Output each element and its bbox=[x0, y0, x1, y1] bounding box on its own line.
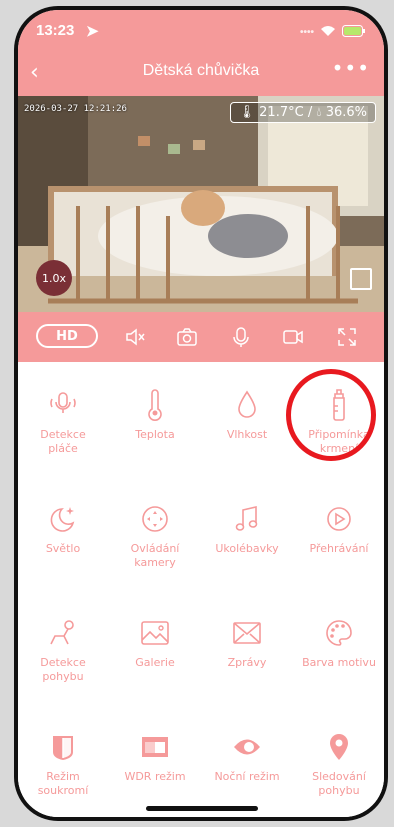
location-arrow-icon: ➤ bbox=[86, 23, 99, 40]
feature-eye[interactable]: Noční režim bbox=[202, 730, 292, 784]
snapshot-icon[interactable] bbox=[176, 326, 198, 348]
video-timestamp: 2026-03-27 12:21:26 bbox=[24, 104, 127, 114]
location-pin-icon bbox=[294, 730, 384, 764]
nav-bar: ‹ Dětská chůvička ••• bbox=[18, 54, 384, 90]
feature-gallery[interactable]: Galerie bbox=[110, 616, 200, 670]
mute-icon[interactable] bbox=[124, 326, 146, 348]
feature-label: Detekce pohybu bbox=[40, 656, 86, 683]
top-bar: 13:23 ➤ •••• ‹ Dětská chůvička ••• bbox=[18, 10, 384, 96]
baby-crawl-icon bbox=[18, 616, 108, 650]
feature-label: Režim soukromí bbox=[37, 770, 89, 797]
feature-label: WDR režim bbox=[124, 770, 186, 783]
feature-label: Barva motivu bbox=[302, 656, 376, 669]
music-note-icon bbox=[202, 502, 292, 536]
envelope-icon bbox=[202, 616, 292, 650]
thermometer-icon bbox=[110, 388, 200, 422]
feature-wdr[interactable]: WDR režim bbox=[110, 730, 200, 784]
play-icon bbox=[294, 502, 384, 536]
climate-readout: 🌡︎ 21.7°C / 💧︎ 36.6% bbox=[229, 102, 376, 123]
feature-location-pin[interactable]: Sledování pohybu bbox=[294, 730, 384, 798]
zoom-label: 1.0x bbox=[41, 271, 66, 285]
feature-label: Přehrávání bbox=[309, 542, 369, 555]
feature-label: Teplota bbox=[135, 428, 175, 441]
feature-moon-star[interactable]: Světlo bbox=[18, 502, 108, 556]
home-indicator bbox=[146, 806, 258, 811]
annotation-highlight-circle bbox=[286, 369, 376, 461]
dpad-icon bbox=[110, 502, 200, 536]
nursery-scene bbox=[18, 96, 384, 312]
feature-music-note[interactable]: Ukolébavky bbox=[202, 502, 292, 556]
feature-thermometer[interactable]: Teplota bbox=[110, 388, 200, 442]
feature-baby-crawl[interactable]: Detekce pohybu bbox=[18, 616, 108, 684]
feature-label: Světlo bbox=[45, 542, 81, 555]
more-icon[interactable]: ••• bbox=[332, 56, 370, 80]
feature-dpad[interactable]: Ovládání kamery bbox=[110, 502, 200, 570]
feature-label: Sledování pohybu bbox=[312, 770, 366, 797]
signal-dots-icon: •••• bbox=[299, 27, 314, 38]
feature-label: Ovládání kamery bbox=[130, 542, 180, 569]
picture-in-picture-icon[interactable] bbox=[350, 268, 372, 290]
humidity-value: 36.6% bbox=[325, 105, 367, 120]
quality-label: HD bbox=[56, 328, 78, 344]
fullscreen-icon[interactable] bbox=[336, 326, 358, 348]
feature-privacy[interactable]: Režim soukromí bbox=[18, 730, 108, 798]
status-time: 13:23 bbox=[36, 22, 75, 39]
wifi-icon bbox=[320, 24, 336, 41]
status-icons: •••• bbox=[300, 24, 366, 41]
moon-star-icon bbox=[18, 502, 108, 536]
microphone-icon[interactable] bbox=[230, 326, 252, 348]
gallery-icon bbox=[110, 616, 200, 650]
thermometer-small-icon: 🌡︎ bbox=[238, 105, 256, 120]
feature-droplet[interactable]: Vlhkost bbox=[202, 388, 292, 442]
eye-icon bbox=[202, 730, 292, 764]
temperature-value: 21.7°C bbox=[259, 105, 304, 120]
quality-toggle-button[interactable]: HD bbox=[36, 324, 98, 348]
feature-play[interactable]: Přehrávání bbox=[294, 502, 384, 556]
feature-envelope[interactable]: Zprávy bbox=[202, 616, 292, 670]
privacy-icon bbox=[18, 730, 108, 764]
camera-feed[interactable]: 2026-03-27 12:21:26 🌡︎ 21.7°C / 💧︎ 36.6%… bbox=[18, 96, 384, 312]
record-video-icon[interactable] bbox=[282, 326, 304, 348]
battery-icon bbox=[342, 24, 366, 41]
status-bar: 13:23 ➤ •••• bbox=[36, 22, 366, 44]
zoom-button[interactable]: 1.0x bbox=[36, 260, 72, 296]
feature-cry-detect[interactable]: Detekce pláče bbox=[18, 388, 108, 456]
page-title: Dětská chůvička bbox=[142, 62, 260, 79]
control-bar: HD bbox=[18, 312, 384, 362]
feature-label: Noční režim bbox=[214, 770, 280, 783]
wdr-icon bbox=[110, 730, 200, 764]
palette-icon bbox=[294, 616, 384, 650]
feature-label: Detekce pláče bbox=[40, 428, 86, 455]
feature-label: Galerie bbox=[135, 656, 175, 669]
droplet-small-icon: 💧︎ bbox=[316, 105, 322, 120]
cry-detect-icon bbox=[18, 388, 108, 422]
feature-label: Ukolébavky bbox=[215, 542, 279, 555]
feature-palette[interactable]: Barva motivu bbox=[294, 616, 384, 670]
feature-label: Vlhkost bbox=[226, 428, 268, 441]
feature-label: Zprávy bbox=[227, 656, 267, 669]
droplet-icon bbox=[202, 388, 292, 422]
